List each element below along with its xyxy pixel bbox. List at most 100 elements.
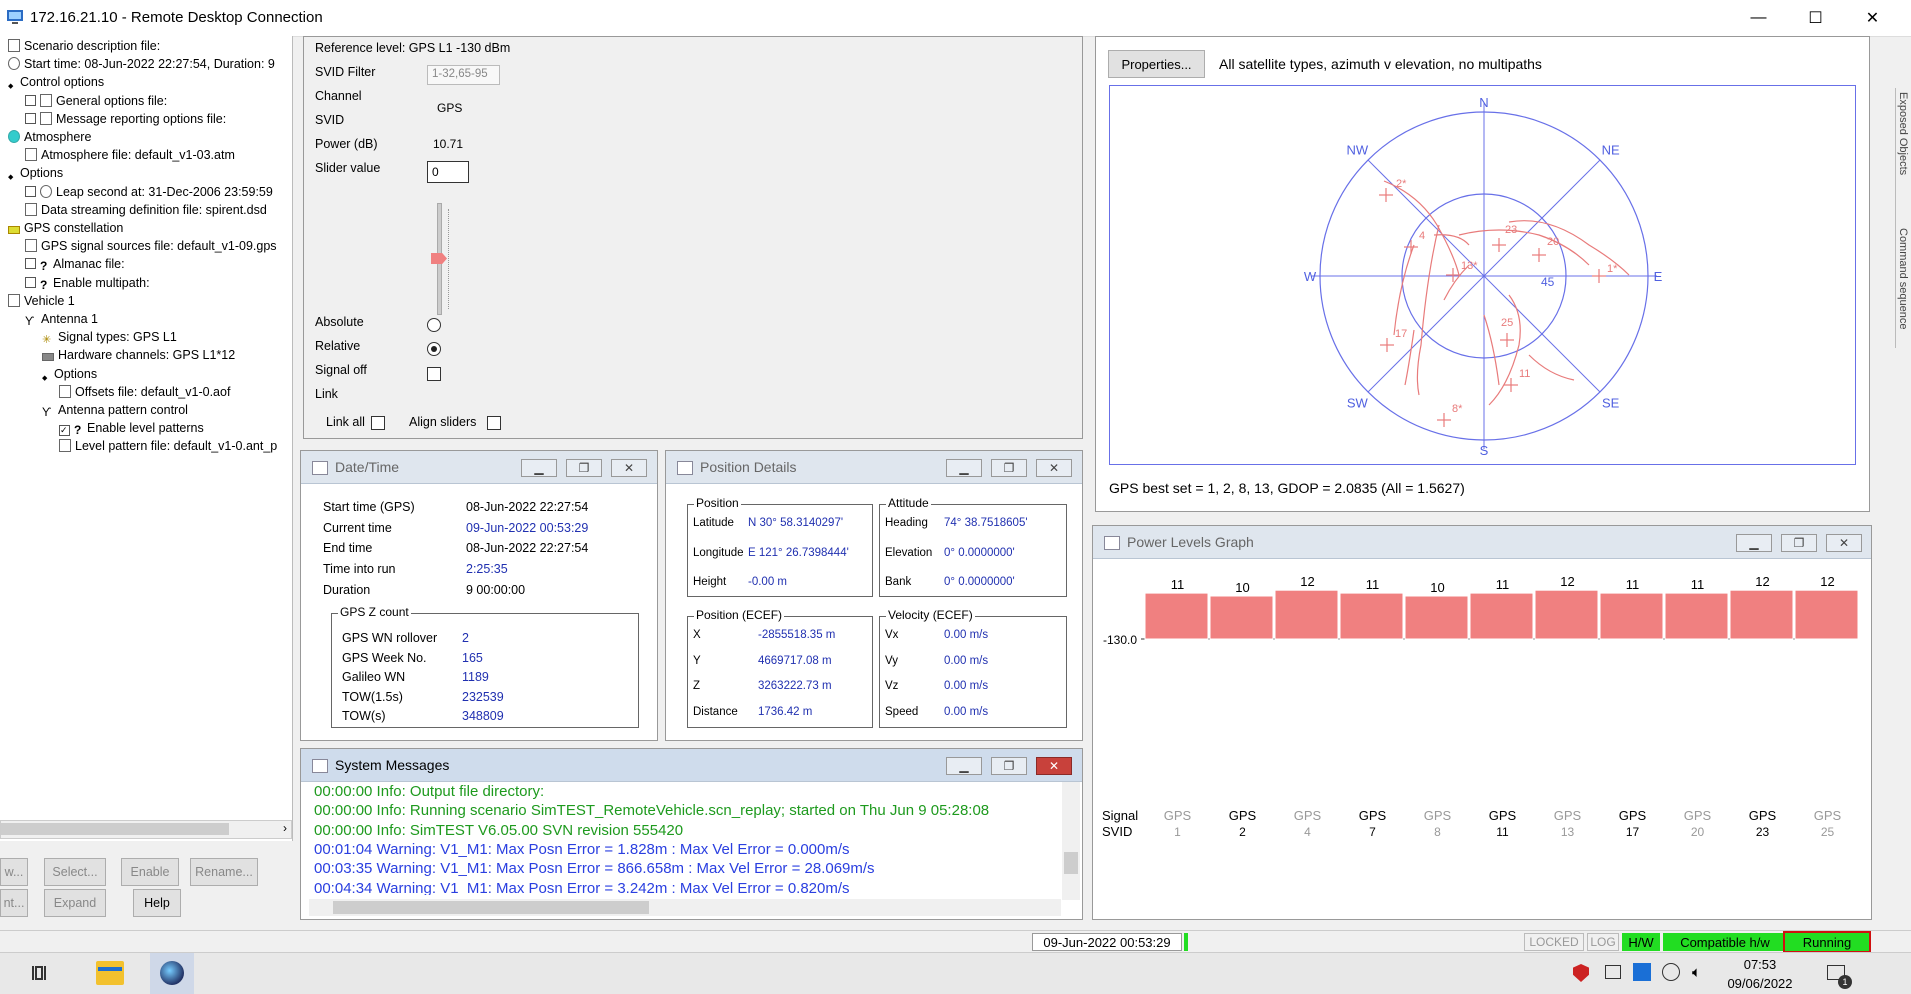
- sysmsg-vertical-scrollbar[interactable]: [1062, 782, 1080, 900]
- relative-radio[interactable]: [427, 342, 441, 356]
- direction-label: W: [1304, 269, 1317, 284]
- slider-value-input[interactable]: 0: [427, 161, 469, 183]
- power-slider[interactable]: [428, 203, 458, 315]
- power-bar[interactable]: [1339, 592, 1404, 640]
- minimize-icon[interactable]: ▁: [946, 459, 982, 477]
- active-app-tile[interactable]: [150, 953, 194, 994]
- tree-item[interactable]: Atmosphere: [8, 128, 91, 146]
- tree-item[interactable]: ✳ Signal types: GPS L1: [42, 328, 177, 346]
- close-button[interactable]: ✕: [1844, 0, 1901, 36]
- security-shield-icon[interactable]: [1573, 964, 1589, 982]
- tree-item[interactable]: ◆ Control options: [8, 73, 104, 92]
- power-bar[interactable]: [1534, 589, 1599, 640]
- tree-checkbox[interactable]: ✓: [59, 425, 70, 437]
- scenario-tree[interactable]: Scenario description file: Start time: 08…: [0, 36, 293, 841]
- taskbar-date[interactable]: 09/06/2022: [1725, 976, 1795, 991]
- bar-value-label: 12: [1560, 574, 1574, 589]
- side-tab-exposed-objects[interactable]: Exposed Objects: [1897, 92, 1909, 175]
- file-explorer-icon[interactable]: [96, 961, 124, 985]
- tree-item[interactable]: Leap second at: 31-Dec-2006 23:59:59: [25, 183, 273, 201]
- tree-item[interactable]: Start time: 08-Jun-2022 22:27:54, Durati…: [8, 55, 275, 73]
- rename-button[interactable]: Rename...: [190, 858, 258, 886]
- align-sliders-checkbox[interactable]: [487, 416, 501, 430]
- tree-item[interactable]: ? Almanac file:: [25, 255, 125, 273]
- tree-item[interactable]: Scenario description file:: [8, 37, 160, 55]
- position-titlebar[interactable]: Position Details ▁ ❐ ✕: [666, 451, 1082, 484]
- power-bar[interactable]: [1664, 592, 1729, 640]
- tree-item[interactable]: Ƴ Antenna pattern control: [42, 401, 188, 419]
- tree-item[interactable]: ◆ Options: [8, 164, 63, 183]
- power-bar[interactable]: [1729, 589, 1794, 640]
- power-bar[interactable]: [1469, 592, 1534, 640]
- close-icon[interactable]: ✕: [1826, 534, 1862, 552]
- signal-label: GPS: [1619, 808, 1647, 823]
- tree-item[interactable]: Data streaming definition file: spirent.…: [25, 201, 267, 219]
- power-bar[interactable]: [1599, 592, 1664, 640]
- link-all-checkbox[interactable]: [371, 416, 385, 430]
- question-icon: ?: [40, 257, 49, 274]
- tree-checkbox[interactable]: [25, 185, 36, 197]
- power-bar[interactable]: [1274, 589, 1339, 640]
- tree-checkbox[interactable]: [25, 276, 36, 288]
- network-globe-icon[interactable]: [1662, 963, 1680, 981]
- tree-item[interactable]: ◆ Options: [42, 365, 97, 383]
- close-icon[interactable]: ✕: [611, 459, 647, 477]
- tree-item[interactable]: Level pattern file: default_v1-0.ant_p: [59, 437, 277, 455]
- power-bar[interactable]: [1144, 592, 1209, 640]
- restore-icon[interactable]: ❐: [566, 459, 602, 477]
- svid-filter-input[interactable]: 1-32,65-95: [427, 65, 500, 85]
- select-button[interactable]: Select...: [44, 858, 106, 886]
- scrollbar-thumb[interactable]: [1064, 852, 1078, 874]
- minimize-icon[interactable]: ▁: [1736, 534, 1772, 552]
- scroll-right-arrow[interactable]: ›: [283, 821, 287, 835]
- sysmsg-horizontal-scrollbar[interactable]: [309, 899, 1061, 916]
- side-tab-command-sequence[interactable]: Command sequence: [1897, 228, 1909, 330]
- new-button[interactable]: w...: [0, 858, 28, 886]
- tree-item[interactable]: Vehicle 1: [8, 292, 75, 310]
- tree-checkbox[interactable]: [25, 94, 36, 106]
- tree-item[interactable]: ✓? Enable level patterns: [59, 419, 204, 437]
- power-bar[interactable]: [1794, 589, 1859, 640]
- edit-button[interactable]: nt...: [0, 889, 28, 917]
- power-bar[interactable]: [1209, 595, 1274, 640]
- tree-item[interactable]: Ƴ Antenna 1: [25, 310, 98, 328]
- absolute-radio[interactable]: [427, 318, 441, 332]
- tree-item[interactable]: Offsets file: default_v1-0.aof: [59, 383, 230, 401]
- expand-button[interactable]: Expand: [44, 889, 106, 917]
- slider-thumb[interactable]: [431, 253, 447, 264]
- datetime-titlebar[interactable]: Date/Time ▁ ❐ ✕: [301, 451, 657, 484]
- tree-checkbox[interactable]: [25, 258, 36, 270]
- tree-item[interactable]: Atmosphere file: default_v1-03.atm: [25, 146, 235, 164]
- bluetooth-icon[interactable]: [1633, 963, 1651, 981]
- signal-off-checkbox[interactable]: [427, 367, 441, 381]
- properties-button[interactable]: Properties...: [1108, 50, 1205, 78]
- minimize-button[interactable]: —: [1730, 0, 1787, 36]
- minimize-icon[interactable]: ▁: [946, 757, 982, 775]
- tree-item[interactable]: GPS constellation: [8, 219, 123, 237]
- help-button[interactable]: Help: [133, 889, 181, 917]
- enable-button[interactable]: Enable: [121, 858, 179, 886]
- meet-now-icon[interactable]: [1605, 965, 1621, 979]
- scrollbar-thumb[interactable]: [1, 823, 229, 835]
- close-icon[interactable]: ✕: [1036, 757, 1072, 775]
- tree-horizontal-scrollbar[interactable]: ›: [0, 820, 292, 839]
- task-view-icon[interactable]: [32, 963, 52, 983]
- tree-item[interactable]: Hardware channels: GPS L1*12: [42, 346, 235, 364]
- power-bar[interactable]: [1404, 595, 1469, 640]
- tree-checkbox[interactable]: [25, 112, 36, 124]
- tree-item[interactable]: ? Enable multipath:: [25, 274, 150, 292]
- maximize-button[interactable]: ☐: [1787, 0, 1844, 36]
- scrollbar-thumb[interactable]: [333, 901, 649, 914]
- tree-item[interactable]: Message reporting options file:: [25, 110, 226, 128]
- restore-icon[interactable]: ❐: [991, 459, 1027, 477]
- tree-item[interactable]: GPS signal sources file: default_v1-09.g…: [25, 237, 277, 255]
- restore-icon[interactable]: ❐: [1781, 534, 1817, 552]
- power-graph-titlebar[interactable]: Power Levels Graph ▁ ❐ ✕: [1093, 526, 1871, 559]
- sysmsg-titlebar[interactable]: System Messages ▁ ❐ ✕: [301, 749, 1082, 782]
- taskbar-time[interactable]: 07:53: [1725, 957, 1795, 972]
- restore-icon[interactable]: ❐: [991, 757, 1027, 775]
- volume-icon[interactable]: 🔈︎: [1692, 964, 1701, 981]
- tree-item[interactable]: General options file:: [25, 92, 167, 110]
- minimize-icon[interactable]: ▁: [521, 459, 557, 477]
- close-icon[interactable]: ✕: [1036, 459, 1072, 477]
